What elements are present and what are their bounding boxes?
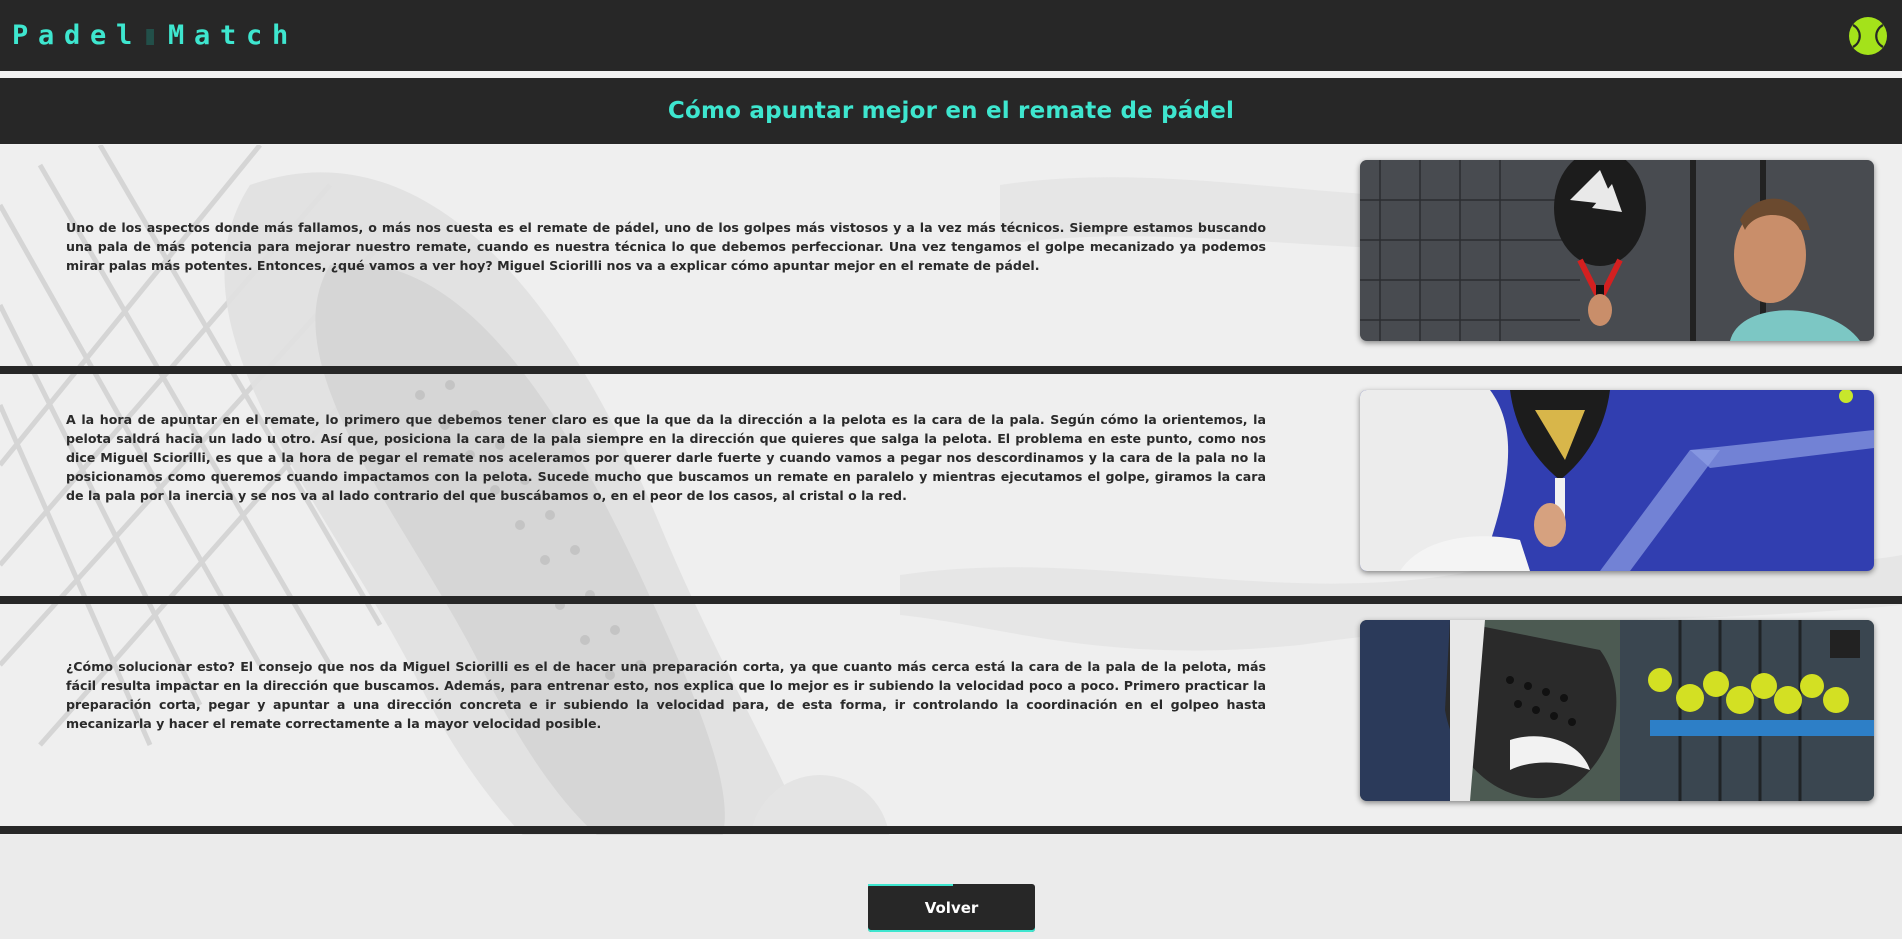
- racket-and-balls-photo: [1360, 620, 1874, 801]
- article-section: A la hora de apuntar en el remate, lo pr…: [0, 374, 1902, 596]
- article-section: ¿Cómo solucionar esto? El consejo que no…: [0, 604, 1902, 826]
- article-sections: Uno de los aspectos donde más fallamos, …: [0, 144, 1902, 834]
- top-bar: P a d e l ▮ M a t c h: [0, 0, 1902, 71]
- logo-letter: c: [246, 20, 263, 51]
- section-divider: [0, 596, 1902, 604]
- logo-letter: M: [168, 20, 185, 51]
- section-paragraph: Uno de los aspectos donde más fallamos, …: [66, 220, 1266, 273]
- player-inspecting-racket-photo: [1360, 160, 1874, 341]
- section-divider: [0, 366, 1902, 374]
- logo-letter: P: [12, 20, 29, 51]
- tennis-ball-icon[interactable]: [1848, 16, 1888, 56]
- back-button[interactable]: Volver: [868, 884, 1035, 932]
- section-paragraph: A la hora de apuntar en el remate, lo pr…: [66, 412, 1266, 503]
- logo-letter: h: [272, 20, 289, 51]
- section-paragraph: ¿Cómo solucionar esto? El consejo que no…: [66, 659, 1266, 731]
- article-section: Uno de los aspectos donde más fallamos, …: [0, 144, 1902, 366]
- logo-letter: l: [116, 20, 133, 51]
- logo-letter: t: [220, 20, 237, 51]
- player-holding-racket-court-photo: [1360, 390, 1874, 571]
- logo-separator: ▮: [142, 20, 159, 51]
- padel-match-logo[interactable]: P a d e l ▮ M a t c h: [12, 20, 298, 51]
- logo-letter: a: [194, 20, 211, 51]
- section-divider: [0, 826, 1902, 834]
- title-bar: Cómo apuntar mejor en el remate de pádel: [0, 78, 1902, 144]
- logo-letter: d: [64, 20, 81, 51]
- page-title: Cómo apuntar mejor en el remate de pádel: [667, 98, 1235, 124]
- logo-letter: e: [90, 20, 107, 51]
- logo-letter: a: [38, 20, 55, 51]
